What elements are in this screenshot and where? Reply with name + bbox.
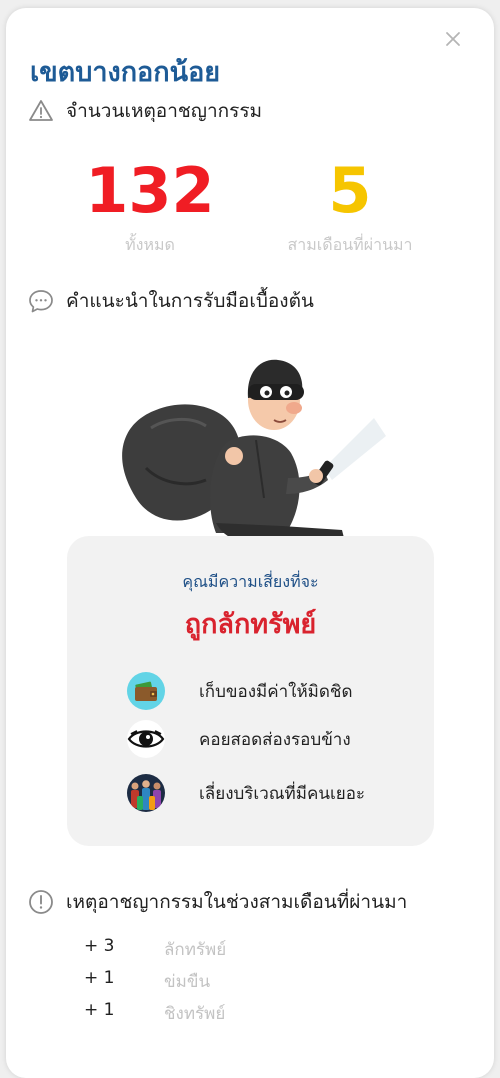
crime-count: + 1 xyxy=(84,968,115,988)
crime-row: + 1 ข่มขืน xyxy=(84,968,210,995)
tip-label: เก็บของมีค่าให้มิดชิด xyxy=(199,681,353,702)
crime-count: + 1 xyxy=(84,1000,115,1020)
tip-label: คอยสอดส่องรอบข้าง xyxy=(199,729,351,750)
warning-icon xyxy=(29,100,53,121)
tip-item: เลี่ยงบริเวณที่มีคนเยอะ xyxy=(127,774,365,812)
recent-crimes-heading-text: เหตุอาชญากรรมในช่วงสามเดือนที่ผ่านมา xyxy=(66,891,408,913)
info-alert-icon xyxy=(29,890,53,914)
crime-type: ข่มขืน xyxy=(164,972,211,992)
crime-type: ชิงทรัพย์ xyxy=(164,1004,226,1024)
close-icon[interactable] xyxy=(442,28,464,50)
eye-icon xyxy=(127,720,165,758)
tip-label: เลี่ยงบริเวณที่มีคนเยอะ xyxy=(199,783,366,804)
crime-count-heading-text: จำนวนเหตุอาชญากรรม xyxy=(66,100,263,122)
tip-item: คอยสอดส่องรอบข้าง xyxy=(127,720,351,758)
wallet-icon xyxy=(127,672,165,710)
area-title: เขตบางกอกน้อย xyxy=(30,57,221,88)
crime-type: ลักทรัพย์ xyxy=(164,940,227,960)
crime-row: + 1 ชิงทรัพย์ xyxy=(84,1000,225,1027)
crime-row: + 3 ลักทรัพย์ xyxy=(84,936,226,963)
advice-heading: คำแนะนำในการรับมือเบื้องต้น xyxy=(28,286,314,316)
risk-prefix: คุณมีความเสี่ยงที่จะ xyxy=(182,572,319,591)
risk-type: ถูกลักทรัพย์ xyxy=(184,609,317,640)
total-crime-count: 132 xyxy=(85,154,215,227)
crowd-icon xyxy=(127,774,165,812)
tip-item: เก็บของมีค่าให้มิดชิด xyxy=(127,672,352,710)
recent-crime-count: 5 xyxy=(328,154,372,227)
crime-count: + 3 xyxy=(84,936,115,956)
crime-count-heading: จำนวนเหตุอาชญากรรม xyxy=(28,96,262,126)
recent-crime-label: สามเดือนที่ผ่านมา xyxy=(287,235,413,254)
chat-bubble-icon xyxy=(29,290,53,313)
crime-info-panel: เขตบางกอกน้อย จำนวนเหตุอาชญากรรม 132 ทั้… xyxy=(6,8,494,1078)
recent-crimes-heading: เหตุอาชญากรรมในช่วงสามเดือนที่ผ่านมา xyxy=(28,887,407,917)
advice-heading-text: คำแนะนำในการรับมือเบื้องต้น xyxy=(66,290,314,312)
total-crime-label: ทั้งหมด xyxy=(125,235,175,254)
thief-illustration xyxy=(122,359,386,547)
advice-box: คุณมีความเสี่ยงที่จะ ถูกลักทรัพย์ เก็บขอ… xyxy=(67,536,434,846)
